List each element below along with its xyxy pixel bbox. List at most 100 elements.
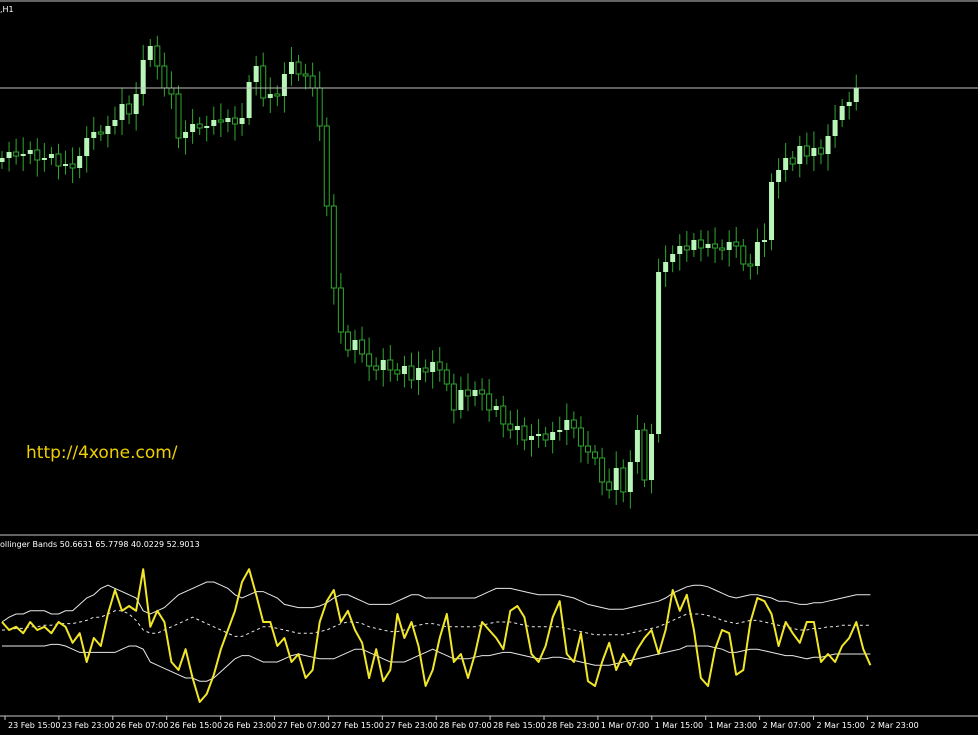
candle-body	[846, 102, 852, 106]
candle	[330, 194, 337, 305]
candle-body	[754, 242, 760, 266]
candle-body	[683, 245, 690, 251]
watermark-url[interactable]: http://4xone.com/	[26, 443, 178, 463]
candle-body	[677, 246, 683, 254]
candle-body	[761, 240, 767, 242]
candle-body	[161, 65, 168, 89]
candle-body	[606, 481, 613, 491]
candle	[769, 173, 775, 251]
candle-body	[564, 420, 570, 430]
candle-body	[373, 365, 380, 371]
candle	[246, 75, 252, 125]
candle-body	[740, 245, 747, 265]
candle-body	[472, 390, 478, 396]
time-tick-label: 27 Feb 15:00	[331, 721, 383, 730]
candle-body	[260, 65, 267, 99]
candle-body	[811, 148, 817, 156]
candle-body	[817, 147, 824, 155]
candle-body	[0, 158, 5, 162]
candle-body	[344, 331, 351, 351]
candle-body	[825, 136, 831, 154]
candle-body	[183, 132, 189, 138]
time-tick-label: 26 Feb 07:00	[116, 721, 168, 730]
time-tick-label: 1 Mar 23:00	[709, 721, 757, 730]
candle-body	[6, 152, 12, 158]
candle-body	[853, 88, 859, 102]
time-tick-label: 2 Mar 23:00	[870, 721, 918, 730]
trading-chart[interactable]: ,H1 http://4xone.com/ ollinger Bands 50.…	[0, 0, 978, 735]
candle-body	[175, 93, 182, 139]
candle-body	[126, 103, 133, 115]
chart-background	[0, 0, 978, 735]
candle-body	[77, 156, 83, 168]
candle-body	[599, 457, 606, 483]
candle-body	[133, 94, 139, 114]
candle-body	[514, 426, 520, 430]
candle-body	[550, 432, 556, 440]
candle	[656, 258, 662, 443]
candle-body	[529, 436, 534, 440]
candle-body	[776, 170, 782, 182]
candle-body	[641, 429, 648, 481]
candle-body	[63, 164, 69, 166]
candle-body	[443, 369, 450, 385]
candle	[323, 117, 330, 217]
candle-body	[832, 120, 838, 136]
candle-body	[577, 427, 584, 447]
time-tick-label: 23 Feb 15:00	[8, 721, 60, 730]
candle-body	[91, 132, 97, 138]
candle-body	[168, 87, 175, 95]
time-tick-label: 2 Mar 07:00	[763, 721, 811, 730]
time-tick-label: 27 Feb 07:00	[278, 721, 330, 730]
candle-body	[536, 434, 542, 436]
candle-body	[570, 419, 577, 429]
candle-body	[479, 389, 486, 395]
candle-body	[670, 254, 676, 262]
candle-body	[281, 74, 287, 96]
candle-body	[542, 433, 549, 441]
candle-body	[705, 244, 711, 248]
time-tick-label: 1 Mar 07:00	[601, 721, 649, 730]
candle-body	[803, 145, 810, 157]
candle-body	[408, 365, 415, 381]
candle-body	[719, 247, 726, 251]
candle-body	[41, 158, 47, 160]
candle-body	[20, 154, 26, 156]
time-tick-label: 27 Feb 23:00	[385, 721, 437, 730]
candle-body	[649, 434, 655, 480]
candle-body	[27, 150, 33, 154]
candle-body	[747, 263, 754, 267]
candle-body	[225, 118, 231, 122]
candle-body	[422, 367, 429, 373]
candle-body	[196, 123, 203, 129]
time-tick-label: 23 Feb 23:00	[62, 721, 114, 730]
candle-body	[84, 138, 90, 156]
candle-body	[204, 126, 210, 128]
candle-body	[239, 118, 245, 124]
candle-body	[486, 393, 493, 411]
candle-body	[712, 243, 719, 249]
candle-body	[112, 120, 118, 126]
candle-body	[557, 430, 563, 432]
time-tick-label: 26 Feb 23:00	[224, 721, 276, 730]
candle-body	[493, 406, 499, 410]
candle-body	[458, 390, 464, 410]
candle-body	[267, 94, 273, 98]
candle-body	[323, 125, 330, 207]
candle-body	[656, 272, 662, 434]
candle-body	[330, 205, 337, 289]
candle-body	[295, 61, 302, 75]
candle-body	[797, 146, 803, 164]
candle-body	[592, 451, 599, 459]
candle-body	[380, 360, 386, 370]
candle-body	[769, 182, 775, 240]
candle-body	[663, 262, 669, 272]
candle-body	[620, 467, 627, 493]
time-tick-label: 1 Mar 15:00	[655, 721, 703, 730]
candle-body	[154, 45, 161, 67]
candle-body	[733, 241, 740, 247]
candle-body	[34, 149, 41, 161]
candle-body	[726, 242, 732, 250]
candle-body	[500, 405, 507, 425]
candle-body	[316, 87, 323, 127]
